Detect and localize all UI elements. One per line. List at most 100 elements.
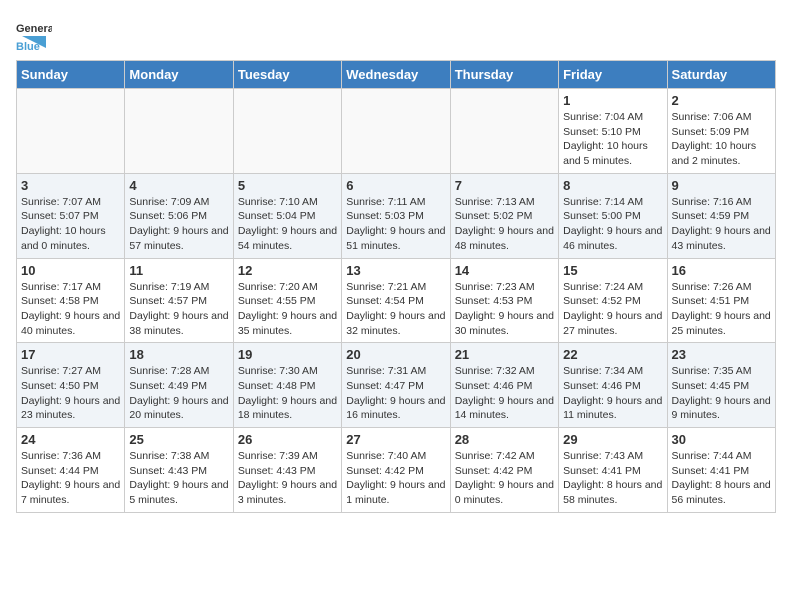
week-row-4: 17 Sunrise: 7:27 AM Sunset: 4:50 PM Dayli… bbox=[17, 343, 776, 428]
logo-graphic: General Blue bbox=[16, 16, 52, 52]
day-number: 18 bbox=[129, 347, 228, 362]
weekday-header-sunday: Sunday bbox=[17, 61, 125, 89]
day-info: Sunrise: 7:39 AM Sunset: 4:43 PM Dayligh… bbox=[238, 449, 337, 508]
calendar-cell bbox=[233, 89, 341, 174]
day-number: 12 bbox=[238, 263, 337, 278]
svg-text:General: General bbox=[16, 23, 52, 35]
weekday-header-wednesday: Wednesday bbox=[342, 61, 450, 89]
calendar-cell: 3Sunrise: 7:07 AM Sunset: 5:07 PM Daylig… bbox=[17, 173, 125, 258]
week-row-2: 3Sunrise: 7:07 AM Sunset: 5:07 PM Daylig… bbox=[17, 173, 776, 258]
week-row-1: 1 Sunrise: 7:04 AM Sunset: 5:10 PM Daylig… bbox=[17, 89, 776, 174]
logo-container: General Blue bbox=[16, 16, 52, 52]
calendar-cell: 26 Sunrise: 7:39 AM Sunset: 4:43 PM Dayli… bbox=[233, 428, 341, 513]
day-info: Sunrise: 7:31 AM Sunset: 4:47 PM Dayligh… bbox=[346, 364, 445, 423]
day-number: 7 bbox=[455, 178, 554, 193]
calendar-cell: 22 Sunrise: 7:34 AM Sunset: 4:46 PM Dayli… bbox=[559, 343, 667, 428]
calendar-cell: 15 Sunrise: 7:24 AM Sunset: 4:52 PM Dayli… bbox=[559, 258, 667, 343]
day-info: Sunrise: 7:14 AM Sunset: 5:00 PM Dayligh… bbox=[563, 195, 662, 254]
calendar-cell: 2Sunrise: 7:06 AM Sunset: 5:09 PM Daylig… bbox=[667, 89, 775, 174]
calendar-cell: 10 Sunrise: 7:17 AM Sunset: 4:58 PM Dayli… bbox=[17, 258, 125, 343]
day-info: Sunrise: 7:38 AM Sunset: 4:43 PM Dayligh… bbox=[129, 449, 228, 508]
day-info: Sunrise: 7:19 AM Sunset: 4:57 PM Dayligh… bbox=[129, 280, 228, 339]
day-number: 15 bbox=[563, 263, 662, 278]
weekday-header-row: SundayMondayTuesdayWednesdayThursdayFrid… bbox=[17, 61, 776, 89]
day-info: Sunrise: 7:32 AM Sunset: 4:46 PM Dayligh… bbox=[455, 364, 554, 423]
day-info: Sunrise: 7:20 AM Sunset: 4:55 PM Dayligh… bbox=[238, 280, 337, 339]
calendar-cell: 24 Sunrise: 7:36 AM Sunset: 4:44 PM Dayli… bbox=[17, 428, 125, 513]
calendar-cell: 12 Sunrise: 7:20 AM Sunset: 4:55 PM Dayli… bbox=[233, 258, 341, 343]
day-number: 13 bbox=[346, 263, 445, 278]
calendar-table: SundayMondayTuesdayWednesdayThursdayFrid… bbox=[16, 60, 776, 513]
day-info: Sunrise: 7:07 AM Sunset: 5:07 PM Dayligh… bbox=[21, 195, 120, 254]
weekday-header-monday: Monday bbox=[125, 61, 233, 89]
day-info: Sunrise: 7:04 AM Sunset: 5:10 PM Dayligh… bbox=[563, 110, 662, 169]
day-info: Sunrise: 7:23 AM Sunset: 4:53 PM Dayligh… bbox=[455, 280, 554, 339]
day-number: 8 bbox=[563, 178, 662, 193]
calendar-cell: 1 Sunrise: 7:04 AM Sunset: 5:10 PM Daylig… bbox=[559, 89, 667, 174]
day-info: Sunrise: 7:30 AM Sunset: 4:48 PM Dayligh… bbox=[238, 364, 337, 423]
calendar-cell: 16Sunrise: 7:26 AM Sunset: 4:51 PM Dayli… bbox=[667, 258, 775, 343]
day-number: 23 bbox=[672, 347, 771, 362]
day-number: 9 bbox=[672, 178, 771, 193]
calendar-cell: 8 Sunrise: 7:14 AM Sunset: 5:00 PM Daylig… bbox=[559, 173, 667, 258]
calendar-cell: 19 Sunrise: 7:30 AM Sunset: 4:48 PM Dayli… bbox=[233, 343, 341, 428]
calendar-cell bbox=[17, 89, 125, 174]
calendar-cell: 5 Sunrise: 7:10 AM Sunset: 5:04 PM Daylig… bbox=[233, 173, 341, 258]
day-info: Sunrise: 7:11 AM Sunset: 5:03 PM Dayligh… bbox=[346, 195, 445, 254]
day-number: 20 bbox=[346, 347, 445, 362]
calendar-cell: 13Sunrise: 7:21 AM Sunset: 4:54 PM Dayli… bbox=[342, 258, 450, 343]
day-info: Sunrise: 7:16 AM Sunset: 4:59 PM Dayligh… bbox=[672, 195, 771, 254]
calendar-cell: 30 Sunrise: 7:44 AM Sunset: 4:41 PM Dayli… bbox=[667, 428, 775, 513]
calendar-cell: 18 Sunrise: 7:28 AM Sunset: 4:49 PM Dayli… bbox=[125, 343, 233, 428]
day-number: 17 bbox=[21, 347, 120, 362]
calendar-cell: 20 Sunrise: 7:31 AM Sunset: 4:47 PM Dayli… bbox=[342, 343, 450, 428]
day-number: 24 bbox=[21, 432, 120, 447]
day-number: 21 bbox=[455, 347, 554, 362]
calendar-cell: 14 Sunrise: 7:23 AM Sunset: 4:53 PM Dayli… bbox=[450, 258, 558, 343]
day-number: 25 bbox=[129, 432, 228, 447]
calendar-cell bbox=[342, 89, 450, 174]
calendar-cell: 29 Sunrise: 7:43 AM Sunset: 4:41 PM Dayli… bbox=[559, 428, 667, 513]
day-number: 27 bbox=[346, 432, 445, 447]
calendar-cell: 11 Sunrise: 7:19 AM Sunset: 4:57 PM Dayli… bbox=[125, 258, 233, 343]
day-info: Sunrise: 7:13 AM Sunset: 5:02 PM Dayligh… bbox=[455, 195, 554, 254]
calendar-cell: 4 Sunrise: 7:09 AM Sunset: 5:06 PM Daylig… bbox=[125, 173, 233, 258]
day-info: Sunrise: 7:24 AM Sunset: 4:52 PM Dayligh… bbox=[563, 280, 662, 339]
day-number: 19 bbox=[238, 347, 337, 362]
day-number: 14 bbox=[455, 263, 554, 278]
day-info: Sunrise: 7:17 AM Sunset: 4:58 PM Dayligh… bbox=[21, 280, 120, 339]
day-number: 28 bbox=[455, 432, 554, 447]
day-number: 1 bbox=[563, 93, 662, 108]
day-info: Sunrise: 7:09 AM Sunset: 5:06 PM Dayligh… bbox=[129, 195, 228, 254]
day-number: 30 bbox=[672, 432, 771, 447]
calendar-cell: 9 Sunrise: 7:16 AM Sunset: 4:59 PM Daylig… bbox=[667, 173, 775, 258]
calendar-cell: 7 Sunrise: 7:13 AM Sunset: 5:02 PM Daylig… bbox=[450, 173, 558, 258]
calendar-cell: 27 Sunrise: 7:40 AM Sunset: 4:42 PM Dayli… bbox=[342, 428, 450, 513]
day-info: Sunrise: 7:42 AM Sunset: 4:42 PM Dayligh… bbox=[455, 449, 554, 508]
day-number: 16 bbox=[672, 263, 771, 278]
day-number: 5 bbox=[238, 178, 337, 193]
header: General Blue bbox=[16, 16, 776, 52]
svg-text:Blue: Blue bbox=[16, 41, 40, 52]
calendar-cell: 17 Sunrise: 7:27 AM Sunset: 4:50 PM Dayli… bbox=[17, 343, 125, 428]
day-info: Sunrise: 7:40 AM Sunset: 4:42 PM Dayligh… bbox=[346, 449, 445, 508]
day-info: Sunrise: 7:43 AM Sunset: 4:41 PM Dayligh… bbox=[563, 449, 662, 508]
logo: General Blue bbox=[16, 16, 52, 52]
day-info: Sunrise: 7:28 AM Sunset: 4:49 PM Dayligh… bbox=[129, 364, 228, 423]
calendar-cell: 25 Sunrise: 7:38 AM Sunset: 4:43 PM Dayli… bbox=[125, 428, 233, 513]
day-info: Sunrise: 7:10 AM Sunset: 5:04 PM Dayligh… bbox=[238, 195, 337, 254]
day-info: Sunrise: 7:36 AM Sunset: 4:44 PM Dayligh… bbox=[21, 449, 120, 508]
day-info: Sunrise: 7:44 AM Sunset: 4:41 PM Dayligh… bbox=[672, 449, 771, 508]
day-number: 29 bbox=[563, 432, 662, 447]
day-number: 22 bbox=[563, 347, 662, 362]
day-number: 26 bbox=[238, 432, 337, 447]
day-number: 11 bbox=[129, 263, 228, 278]
day-info: Sunrise: 7:27 AM Sunset: 4:50 PM Dayligh… bbox=[21, 364, 120, 423]
weekday-header-thursday: Thursday bbox=[450, 61, 558, 89]
day-number: 10 bbox=[21, 263, 120, 278]
day-info: Sunrise: 7:34 AM Sunset: 4:46 PM Dayligh… bbox=[563, 364, 662, 423]
calendar-cell bbox=[450, 89, 558, 174]
calendar-cell: 23Sunrise: 7:35 AM Sunset: 4:45 PM Dayli… bbox=[667, 343, 775, 428]
day-number: 2 bbox=[672, 93, 771, 108]
day-number: 4 bbox=[129, 178, 228, 193]
